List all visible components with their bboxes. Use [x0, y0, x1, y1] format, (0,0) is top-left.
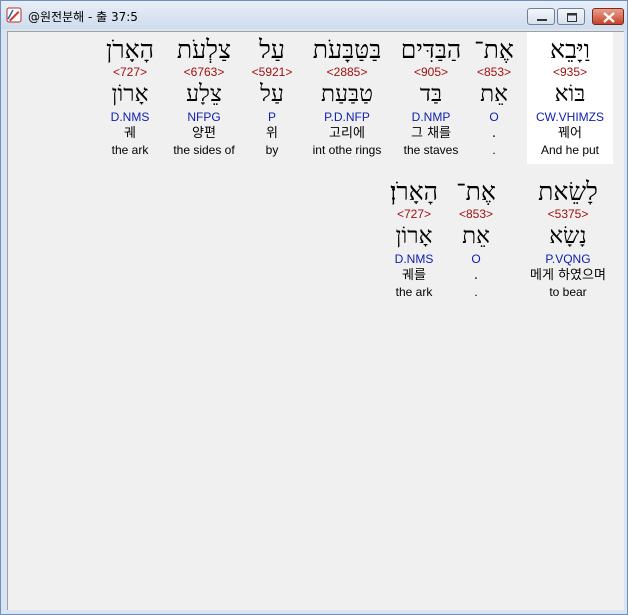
lemma: אָרוֹן: [111, 81, 149, 107]
strong-number: <935>: [552, 65, 588, 79]
minimize-icon: [537, 19, 547, 21]
morph-code: P.D.NFP: [324, 110, 370, 124]
hebrew: בַּטַּבָּעֹת: [312, 35, 382, 64]
word-cell-4[interactable]: בַּטַּבָּעֹת <2885> טַבַּעַת P.D.NFP 고리에 int …: [304, 32, 390, 164]
english-gloss: the ark: [111, 143, 149, 157]
maximize-button[interactable]: [557, 8, 585, 25]
app-window: @원전분해 - 출 37:5 וַיָּבֵא <935> בּוֹא CW.VHIM…: [0, 0, 628, 615]
strong-number: <5375>: [547, 207, 589, 221]
english-gloss: by: [265, 143, 279, 157]
maximize-icon: [567, 13, 577, 22]
morph-code: NFPG: [187, 110, 221, 124]
word-cell-2[interactable]: אֶת־ <853> אֵת O..: [474, 32, 514, 164]
strong-number: <727>: [396, 207, 432, 221]
korean-gloss: 궤를: [402, 268, 426, 283]
lemma: אֵת: [480, 81, 508, 107]
window-title: @원전분해 - 출 37:5: [28, 10, 138, 24]
morph-code: O: [471, 252, 481, 266]
english-gloss: .: [474, 285, 478, 299]
word-cell-1[interactable]: וַיָּבֵא <935> בּוֹא CW.VHIMZS 꿰어 And he put: [527, 32, 613, 164]
korean-gloss: 궤: [124, 126, 136, 141]
english-gloss: the staves: [403, 143, 459, 157]
lemma: טַבַּעַת: [320, 81, 374, 107]
hebrew: הָאָרֹן׃: [389, 177, 439, 206]
english-gloss: the ark: [395, 285, 433, 299]
strong-number: <905>: [413, 65, 449, 79]
lemma: בַּד: [419, 81, 443, 107]
korean-gloss: 그 채를: [410, 126, 451, 141]
korean-gloss: 꿰어: [558, 126, 582, 141]
lemma: אֵת: [462, 223, 490, 249]
strong-number: <5921>: [251, 65, 293, 79]
lemma: בּוֹא: [554, 81, 586, 107]
close-icon: [603, 12, 615, 23]
morph-code: D.NMS: [110, 110, 150, 124]
hebrew: לָשֵׂאת: [538, 177, 598, 206]
morph-code: CW.VHIMZS: [536, 110, 604, 124]
korean-gloss: 위: [266, 126, 278, 141]
strong-number: <853>: [458, 207, 494, 221]
hebrew: וַיָּבֵא: [549, 35, 590, 64]
korean-gloss: .: [473, 268, 479, 283]
hebrew: הַבַּדִּים: [400, 35, 462, 64]
minimize-button[interactable]: [527, 8, 555, 25]
morph-code: D.NMP: [411, 110, 451, 124]
word-cell-3[interactable]: הַבַּדִּים <905> בַּד D.NMP 그 채를 the staves: [396, 32, 466, 164]
morph-code: P.VQNG: [545, 252, 591, 266]
word-cell-10[interactable]: הָאָרֹן׃ <727> אָרוֹן D.NMS 궤를 the ark: [384, 174, 444, 306]
hebrew: צַלְעֹת: [176, 35, 232, 64]
english-gloss: .: [492, 143, 496, 157]
strong-number: <853>: [476, 65, 512, 79]
analysis-panel: וַיָּבֵא <935> בּוֹא CW.VHIMZS 꿰어 And he put א…: [7, 31, 624, 610]
close-button[interactable]: [592, 8, 624, 25]
strong-number: <6763>: [183, 65, 225, 79]
morph-code: O: [489, 110, 499, 124]
morph-code: P: [267, 110, 276, 124]
word-cell-6[interactable]: צַלְעֹת <6763> צֵלָע NFPG 양편 the sides of: [164, 32, 244, 164]
word-cell-5[interactable]: עַל <5921> עַל P 위 by: [248, 32, 296, 164]
title-bar[interactable]: @원전분해 - 출 37:5: [1, 1, 627, 29]
hebrew: עַל: [259, 35, 285, 64]
strong-number: <727>: [112, 65, 148, 79]
korean-gloss: .: [491, 126, 497, 141]
morph-code: D.NMS: [394, 252, 434, 266]
english-gloss: the sides of: [173, 143, 235, 157]
word-cell-8[interactable]: לָשֵׂאת <5375> נָשָׂא P.VQNG 메게 하였으며 to bear: [524, 174, 612, 306]
english-gloss: to bear: [549, 285, 587, 299]
hebrew: הָאָרֹן: [105, 35, 155, 64]
word-cell-7[interactable]: הָאָרֹן <727> אָרוֹן D.NMS 궤 the ark: [100, 32, 160, 164]
pencil-ruler-icon: [6, 7, 22, 23]
korean-gloss: 양편: [192, 126, 216, 141]
lemma: צֵלָע: [186, 81, 222, 107]
hebrew: אֶת־: [474, 35, 514, 64]
lemma: נָשָׂא: [549, 223, 587, 249]
english-gloss: And he put: [540, 143, 600, 157]
word-cell-9[interactable]: אֶת־ <853> אֵת O..: [454, 174, 498, 306]
lemma: עַל: [260, 81, 284, 107]
korean-gloss: 고리에: [329, 126, 365, 141]
korean-gloss: 메게 하였으며: [530, 268, 606, 283]
lemma: אָרוֹן: [395, 223, 433, 249]
strong-number: <2885>: [326, 65, 368, 79]
hebrew: אֶת־: [456, 177, 496, 206]
english-gloss: int othe rings: [312, 143, 382, 157]
